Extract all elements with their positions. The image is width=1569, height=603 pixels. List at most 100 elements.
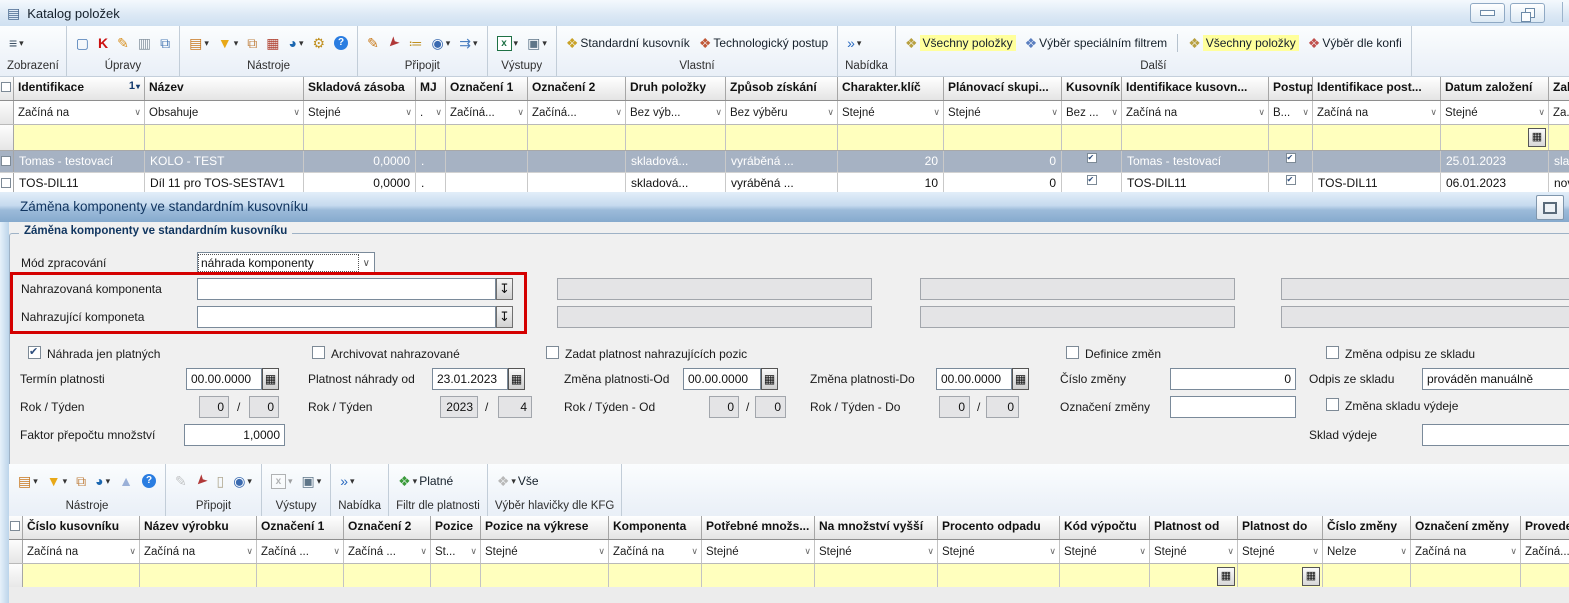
column-header-komponenta[interactable]: Komponenta [609, 516, 702, 539]
change-designation-input[interactable] [1170, 396, 1296, 418]
special-filter-button[interactable]: ❖Výběr speciálním filtrem [1023, 35, 1170, 51]
filter-select-k-d-v-po-tu[interactable]: Stejné∨ [1060, 540, 1150, 563]
filter-select-skladov-z-soba[interactable]: Stejné∨ [304, 101, 416, 124]
filter-input-ozna-en-1[interactable] [446, 125, 528, 150]
filter-input-kusovn-k[interactable] [1062, 125, 1122, 150]
restore-button[interactable] [1510, 3, 1545, 23]
storno-icon-button[interactable]: K [96, 35, 110, 51]
filter-input-pl-novac-skupi[interactable] [944, 125, 1062, 150]
replacing-component-input[interactable] [197, 306, 496, 328]
note-icon-button[interactable]: ✎ [173, 473, 189, 489]
column-header-n-zev-v-robku[interactable]: Název výrobku [140, 516, 257, 539]
filter-input-ozna-en-2[interactable] [344, 564, 431, 589]
all-items-1-button[interactable]: ❖Všechny položky [903, 34, 1018, 52]
filter-select-ozna-en-2[interactable]: Začíná...∨ [528, 101, 626, 124]
filter-input-k-d-v-po-tu[interactable] [1060, 564, 1150, 589]
filter-select-postup[interactable]: B...∨ [1269, 101, 1313, 124]
filter-select-identifikace-post[interactable]: Začíná na∨ [1313, 101, 1441, 124]
column-header-datum-zalo-en[interactable]: Datum založení [1441, 77, 1549, 100]
settings-icon-button[interactable]: ⚙ [311, 35, 328, 51]
config-filter-button[interactable]: ❖Výběr dle konfi [1306, 35, 1404, 51]
filter-input-charakter-kl[interactable] [838, 125, 944, 150]
filter-select-platnost-do[interactable]: Stejné∨ [1238, 540, 1323, 563]
validity-filter-button[interactable]: ❖▾Platné [396, 473, 455, 489]
calendar-icon[interactable]: ▦ [1302, 567, 1320, 586]
filter-select-ozna-en-2[interactable]: Začíná ...∨ [344, 540, 431, 563]
filter-select-mj[interactable]: .∨ [416, 101, 446, 124]
column-header-mj[interactable]: MJ [416, 77, 446, 100]
filter-input-druh-polo-ky[interactable] [626, 125, 726, 150]
filter-select-identifikace-kusovn[interactable]: Začíná na∨ [1122, 101, 1269, 124]
column-header-identifikace[interactable]: Identifikace1 [14, 77, 145, 100]
print-icon-button[interactable]: ▣▾ [299, 473, 323, 489]
column-header-slo-kusovn-ku[interactable]: Číslo kusovníku [23, 516, 140, 539]
select-all-checkbox[interactable] [10, 521, 20, 531]
column-header-na-mno-stv-vy[interactable]: Na množství vyšší [815, 516, 938, 539]
row-checkbox[interactable] [1, 156, 11, 166]
column-header-k-d-v-po-tu[interactable]: Kód výpočtu [1060, 516, 1150, 539]
filter-select-zp-sob-z-sk-n[interactable]: Bez výběru∨ [726, 101, 838, 124]
row-select-cell[interactable] [0, 173, 14, 194]
filter-input-postup[interactable] [1269, 125, 1313, 150]
filter-input-zp-sob-z-sk-n[interactable] [726, 125, 838, 150]
filter-input-ozna-en-2[interactable] [528, 125, 626, 150]
filter-select-slo-kusovn-ku[interactable]: Začíná na∨ [23, 540, 140, 563]
cell-checkbox[interactable] [1286, 153, 1296, 163]
print-icon-button[interactable]: ▣▾ [525, 35, 549, 51]
column-header-pozice-na-v-krese[interactable]: Pozice na výkrese [481, 516, 609, 539]
validity-change-to-calendar-button[interactable]: ▦ [1012, 368, 1029, 390]
help-icon-button[interactable]: ? [332, 35, 350, 51]
column-header-skladov-z-soba[interactable]: Skladová zásoba [304, 77, 416, 100]
edit-record-icon-button[interactable]: ✎ [115, 35, 131, 51]
table-row[interactable]: Tomas - testovacíKOLO - TEST0,0000.sklad… [0, 151, 1569, 173]
column-header-postup[interactable]: Postup [1269, 77, 1313, 100]
filter-input-datum-zalo-en[interactable]: ▦ [1441, 125, 1549, 150]
filter-icon-button[interactable]: ▼▾ [45, 473, 69, 489]
column-header-zp-sob-z-sk-n[interactable]: Způsob získání [726, 77, 838, 100]
filter-select-druh-polo-ky[interactable]: Bez výb...∨ [626, 101, 726, 124]
delete-record-icon-button[interactable]: ▥ [136, 35, 153, 51]
pin-icon-button[interactable]: ➤ [194, 473, 210, 489]
column-header-pot-ebn-mno-s[interactable]: Potřebné množs... [702, 516, 815, 539]
filter-input-pot-ebn-mno-s[interactable] [702, 564, 815, 589]
column-header-platnost-od[interactable]: Platnost od [1150, 516, 1238, 539]
filter-input-platnost-od[interactable]: ▦ [1150, 564, 1238, 589]
calendar-icon[interactable]: ▦ [1217, 567, 1235, 586]
cell-checkbox[interactable] [1087, 153, 1097, 163]
filter-input-zalo-il[interactable] [1549, 125, 1569, 150]
column-header-charakter-kl[interactable]: Charakter.klíč [838, 77, 944, 100]
filter-input-pozice[interactable] [431, 564, 481, 589]
document-icon-button[interactable]: ▯ [214, 473, 226, 489]
validity-change-to-input[interactable]: 00.00.0000 [936, 368, 1012, 390]
change-definition-checkbox[interactable] [1066, 346, 1079, 359]
dialog-maximize-button[interactable] [1536, 195, 1564, 220]
quantity-factor-input[interactable]: 1,0000 [184, 424, 285, 446]
pin-icon-button[interactable]: ➤ [386, 35, 402, 51]
filter-input-mj[interactable] [416, 125, 446, 150]
excel-export-icon-button[interactable]: x▾ [269, 473, 295, 490]
copy-record-icon-button[interactable]: ⧉ [158, 35, 172, 51]
mode-select[interactable]: náhrada komponenty ∨ [197, 252, 375, 274]
grid-report-icon-button[interactable]: ▦ [264, 35, 281, 51]
replacement-valid-from-input[interactable]: 23.01.2023 [432, 368, 508, 390]
column-header-kusovn-k[interactable]: Kusovník [1062, 77, 1122, 100]
agenda-icon-button[interactable]: ▤▾ [16, 473, 40, 489]
validity-term-calendar-button[interactable]: ▦ [262, 368, 279, 390]
column-header-identifikace-kusovn[interactable]: Identifikace kusovn... [1122, 77, 1269, 100]
menu-more-icon-button[interactable]: »▾ [845, 35, 863, 51]
replacing-component-lookup-button[interactable]: ↧ [496, 306, 513, 328]
compass-icon-button[interactable]: ◕▾ [287, 35, 306, 51]
filter-input-slo-kusovn-ku[interactable] [23, 564, 140, 589]
filter-select-n-zev[interactable]: Obsahuje∨ [145, 101, 304, 124]
filter-input-komponenta[interactable] [609, 564, 702, 589]
filter-select-zalo-il[interactable]: Za...∨ [1549, 101, 1569, 124]
filter-input-ozna-en-1[interactable] [257, 564, 344, 589]
filter-select-procento-odpadu[interactable]: Stejné∨ [938, 540, 1060, 563]
validity-change-from-calendar-button[interactable]: ▦ [761, 368, 778, 390]
filter-select-n-zev-v-robku[interactable]: Začíná na∨ [140, 540, 257, 563]
column-header-platnost-do[interactable]: Platnost do [1238, 516, 1323, 539]
tech-process-button[interactable]: ❖Technologický postup [697, 35, 830, 51]
calendar-icon[interactable]: ▦ [1528, 128, 1546, 147]
row-select-cell[interactable] [0, 151, 14, 172]
row-checkbox[interactable] [1, 178, 11, 188]
